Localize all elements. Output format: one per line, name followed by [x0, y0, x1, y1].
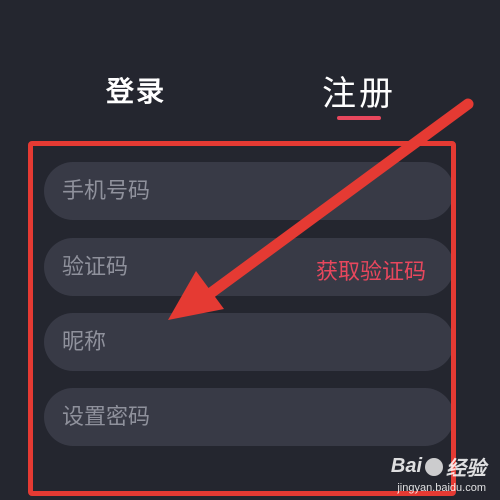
verification-code-field: 获取验证码	[44, 238, 454, 296]
watermark: Bai 经验 jingyan.baidu.com	[391, 452, 486, 494]
nickname-input[interactable]	[62, 313, 292, 371]
verification-code-input[interactable]	[62, 238, 292, 296]
register-screen: 登录 注册 获取验证码 Bai 经验 jingyan.baidu.com	[0, 0, 500, 500]
password-input[interactable]	[62, 388, 292, 446]
active-tab-indicator	[337, 116, 381, 120]
watermark-brand-b: 经验	[446, 458, 486, 480]
tab-register[interactable]: 注册	[322, 66, 396, 115]
get-code-button[interactable]: 获取验证码	[316, 254, 426, 286]
watermark-url: jingyan.baidu.com	[397, 482, 486, 494]
phone-input[interactable]	[62, 162, 292, 220]
watermark-brand-a: Bai	[390, 455, 422, 477]
password-field	[44, 388, 454, 446]
nickname-field	[44, 313, 454, 371]
phone-field	[44, 162, 454, 220]
watermark-brand: Bai 经验	[391, 452, 486, 481]
paw-icon	[425, 457, 443, 476]
tab-login[interactable]: 登录	[106, 70, 166, 110]
